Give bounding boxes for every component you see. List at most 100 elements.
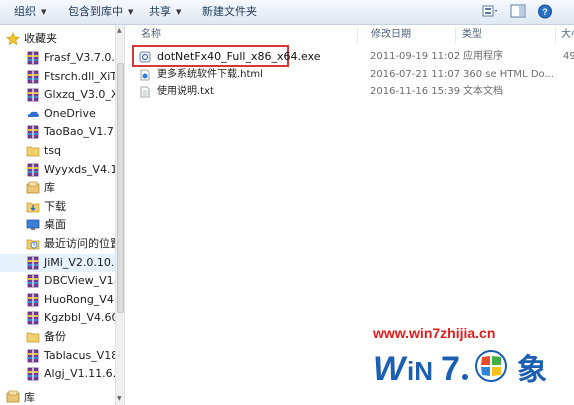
chevron-down-icon: ▼: [128, 8, 134, 16]
archive-icon: [27, 367, 39, 381]
column-separator[interactable]: [455, 27, 456, 43]
archive-icon: [27, 70, 39, 83]
nav-item[interactable]: Ftsrch.dll_XiTon: [0, 68, 115, 86]
scroll-down-icon[interactable]: ▼: [117, 395, 122, 402]
column-separator[interactable]: [555, 27, 556, 43]
command-bar: 组织 ▼ 包含到库中 ▼ 共享 ▼ 新建文件夹 ?: [0, 0, 574, 25]
nav-item[interactable]: 最近访问的位置: [0, 235, 115, 253]
nav-item[interactable]: 库: [0, 179, 115, 197]
svg-text:?: ?: [542, 7, 548, 17]
include-in-library-label: 包含到库中: [68, 5, 123, 18]
onedrive-icon: [27, 111, 39, 117]
nav-item-label: OneDrive: [44, 106, 96, 120]
scrollbar-thumb[interactable]: [117, 63, 124, 313]
organize-label: 组织: [14, 5, 36, 18]
svg-text:象: 象: [517, 353, 547, 388]
star-icon: [6, 32, 20, 46]
nav-item-label: Glxzq_V3.0_XiTo: [44, 88, 115, 102]
scroll-up-icon[interactable]: ▲: [117, 27, 122, 34]
preview-pane-icon[interactable]: [510, 4, 526, 19]
column-header-name[interactable]: 名称: [141, 25, 161, 45]
nav-item[interactable]: 下载: [0, 198, 115, 216]
chevron-down-icon: ▼: [41, 8, 47, 16]
nav-libraries-group[interactable]: 库: [0, 388, 115, 405]
nav-item[interactable]: DBCView_V1.1_: [0, 272, 115, 290]
archive-icon: [27, 51, 39, 65]
library-icon: [6, 390, 20, 403]
nav-item-label: Frasf_V3.7.0.0_X: [44, 51, 115, 64]
archive-icon: [27, 274, 39, 288]
file-name: dotNetFx40_Full_x86_x64.exe: [157, 50, 321, 63]
nav-item[interactable]: Wyyxds_V4.1.1.: [0, 161, 115, 179]
folder-icon: [26, 146, 40, 157]
navigation-scrollbar[interactable]: ▲ ▼: [115, 25, 125, 405]
nav-item-label: HuoRong_V4.0.: [44, 292, 115, 306]
nav-item-label: 下载: [44, 199, 66, 213]
nav-item[interactable]: 备份: [0, 328, 115, 346]
nav-item[interactable]: Algj_V1.11.6.0_X: [0, 365, 115, 383]
nav-item[interactable]: Glxzq_V3.0_XiTo: [0, 86, 115, 104]
nav-item-label: 库: [44, 181, 55, 195]
nav-favorites-label: 收藏夹: [24, 32, 57, 45]
new-folder-label: 新建文件夹: [202, 5, 257, 18]
nav-item[interactable]: TaoBao_V1.7.8.: [0, 123, 115, 141]
desktop-icon: [26, 220, 40, 231]
nav-libraries-label: 库: [24, 391, 35, 404]
archive-icon: [27, 126, 39, 139]
nav-item-label: Algj_V1.11.6.0_X: [44, 367, 115, 381]
column-header-size[interactable]: 大小: [561, 25, 574, 45]
nav-item[interactable]: OneDrive: [0, 105, 115, 123]
organize-button[interactable]: 组织 ▼: [14, 0, 46, 24]
nav-item-label: Ftsrch.dll_XiTon: [44, 69, 115, 83]
file-type: 文本文档: [463, 86, 503, 97]
exe-file-icon: [139, 51, 151, 63]
archive-icon: [27, 88, 39, 102]
help-icon[interactable]: ?: [537, 4, 553, 19]
file-row[interactable]: 使用说明.txt 2016-11-16 15:39 文本文档: [135, 85, 574, 99]
archive-icon: [27, 349, 39, 362]
archive-icon: [27, 293, 39, 307]
nav-item[interactable]: tsq: [0, 142, 115, 160]
nav-item-label: 最近访问的位置: [44, 237, 115, 250]
nav-item-label: tsq: [44, 144, 62, 157]
share-button[interactable]: 共享 ▼: [149, 0, 181, 24]
nav-item-label: TaoBao_V1.7.8.: [44, 125, 115, 139]
include-in-library-button[interactable]: 包含到库中 ▼: [68, 0, 133, 24]
nav-item[interactable]: Kgzbbl_V4.60.0: [0, 309, 115, 327]
recent-places-icon: [26, 239, 40, 250]
file-list-pane: 名称 修改日期 类型 大小 dotNetFx40_Full_x86_x64.ex…: [125, 25, 574, 405]
new-folder-button[interactable]: 新建文件夹: [202, 0, 257, 24]
column-header-type[interactable]: 类型: [462, 25, 482, 45]
nav-item-label: 桌面: [44, 218, 66, 232]
file-date: 2011-09-19 11:02: [370, 51, 461, 62]
nav-item-label: Tablacus_V18.0: [44, 348, 115, 362]
watermark-url: www.win7zhijia.cn: [373, 325, 496, 341]
file-date: 2016-07-21 11:07: [370, 69, 461, 80]
nav-item[interactable]: Tablacus_V18.0: [0, 347, 115, 365]
text-file-icon: [140, 86, 150, 98]
change-view-icon[interactable]: [482, 4, 498, 19]
file-row[interactable]: dotNetFx40_Full_x86_x64.exe 2011-09-19 1…: [135, 50, 574, 64]
html-file-icon: [140, 69, 150, 81]
column-header-date[interactable]: 修改日期: [371, 25, 411, 45]
nav-item-label: Kgzbbl_V4.60.0: [44, 311, 115, 325]
nav-item-label: JiMi_V2.0.10.24_: [44, 255, 115, 269]
nav-item-label: 备份: [44, 330, 66, 343]
folder-icon: [26, 332, 40, 343]
file-type: 360 se HTML Do...: [463, 69, 554, 80]
file-name: 更多系统软件下载.html: [157, 69, 263, 80]
file-date: 2016-11-16 15:39: [370, 86, 461, 97]
nav-favorites[interactable]: 收藏夹: [0, 30, 115, 48]
nav-item[interactable]: 桌面: [0, 216, 115, 234]
nav-item[interactable]: HuoRong_V4.0.: [0, 291, 115, 309]
file-row[interactable]: 更多系统软件下载.html 2016-07-21 11:07 360 se HT…: [135, 68, 574, 82]
nav-item-label: DBCView_V1.1_: [44, 274, 115, 288]
navigation-pane: 收藏夹 Frasf_V3.7.0.0_X Ftsrch.dll_XiTon Glxz…: [0, 25, 115, 405]
share-label: 共享: [149, 5, 171, 18]
archive-icon: [27, 256, 39, 269]
column-separator[interactable]: [357, 27, 358, 43]
archive-icon: [27, 312, 39, 325]
svg-text:7: 7: [441, 350, 460, 388]
nav-item[interactable]: JiMi_V2.0.10.24_: [0, 253, 115, 272]
nav-item[interactable]: Frasf_V3.7.0.0_X: [0, 49, 115, 67]
